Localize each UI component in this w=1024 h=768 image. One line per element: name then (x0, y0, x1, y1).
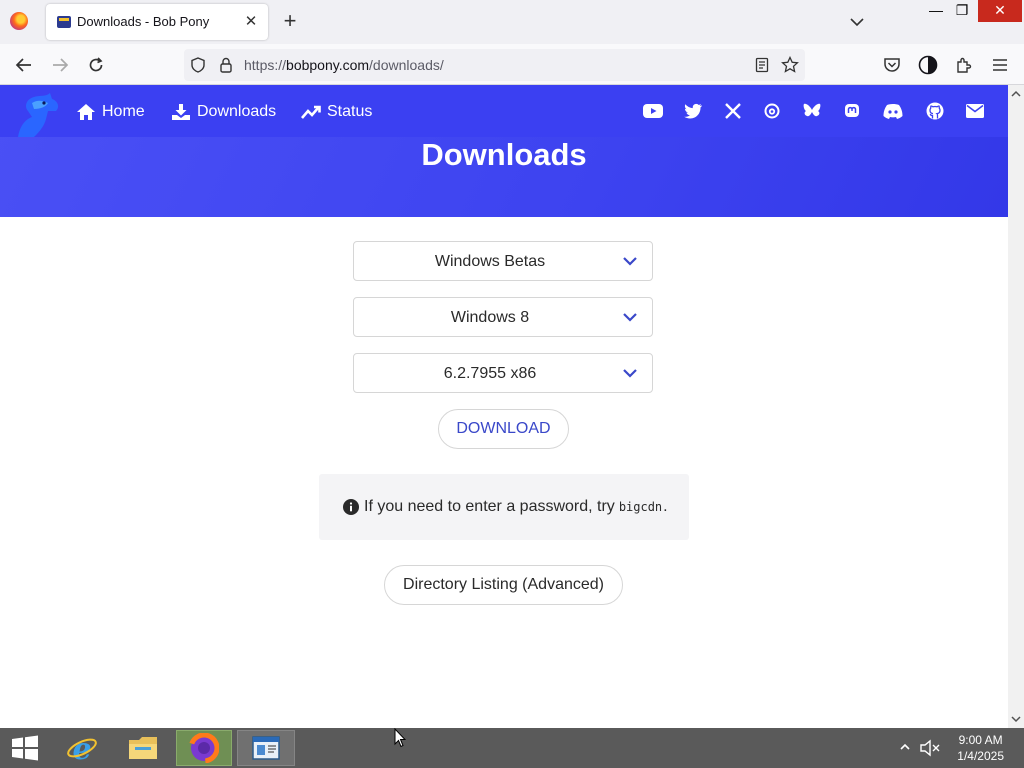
firefox-view-icon[interactable] (10, 12, 28, 30)
account-icon[interactable] (916, 53, 940, 77)
tracking-protection-shield-icon[interactable] (186, 53, 210, 77)
download-button[interactable]: DOWNLOAD (438, 409, 569, 449)
clock-time: 9:00 AM (958, 733, 1003, 747)
build-select[interactable]: 6.2.7955 x86 (353, 353, 653, 393)
pocket-icon[interactable] (880, 53, 904, 77)
mastodon-icon[interactable] (842, 101, 862, 121)
youtube-icon[interactable] (643, 101, 663, 121)
trend-icon (301, 105, 321, 119)
scroll-down-icon[interactable] (1011, 714, 1021, 724)
url-path: /downloads/ (369, 57, 444, 73)
lock-icon[interactable] (214, 53, 238, 77)
bob-pony-logo[interactable] (12, 89, 62, 139)
address-bar[interactable]: https://bobpony.com/downloads/ (184, 49, 805, 81)
site-navbar: Home Downloads Status (0, 85, 1008, 137)
nav-link-label: Status (327, 103, 373, 120)
twitter-icon[interactable] (683, 101, 703, 121)
nav-link-label: Home (102, 103, 145, 120)
notice-text: If you need to enter a password, try (364, 498, 615, 515)
chevron-down-icon (623, 369, 637, 378)
firefox-icon (189, 733, 219, 763)
home-icon (77, 104, 95, 120)
reader-view-icon[interactable] (750, 53, 774, 77)
application-window-icon (252, 736, 280, 760)
show-hidden-icons-chevron-icon[interactable] (900, 743, 910, 751)
restore-window-icon[interactable]: ❐ (946, 0, 978, 22)
reload-icon[interactable] (84, 53, 108, 77)
nav-link-downloads[interactable]: Downloads (171, 101, 276, 123)
svg-text:e: e (72, 732, 91, 764)
hamburger-menu-icon[interactable] (988, 53, 1012, 77)
list-all-tabs-icon[interactable] (846, 12, 868, 32)
browser-tab[interactable]: Downloads - Bob Pony ✕ (46, 4, 268, 40)
url-text[interactable]: https://bobpony.com/downloads/ (244, 57, 444, 73)
bluesky-icon[interactable] (802, 101, 822, 121)
x-icon[interactable] (723, 101, 743, 121)
browser-toolbar: https://bobpony.com/downloads/ (0, 44, 1024, 85)
notice-password-code: bigcdn (618, 500, 663, 514)
extensions-icon[interactable] (952, 53, 976, 77)
product-select-value: Windows 8 (450, 309, 530, 326)
windows-logo-icon (12, 735, 38, 761)
bookmark-star-icon[interactable] (778, 53, 802, 77)
vertical-scrollbar[interactable] (1008, 85, 1024, 728)
taskbar-internet-explorer[interactable]: e (58, 730, 106, 766)
start-button[interactable] (6, 730, 44, 766)
nav-link-status[interactable]: Status (301, 101, 372, 123)
browser-tab-bar: Downloads - Bob Pony ✕ + — ❐ ✕ (0, 0, 1024, 44)
internet-explorer-icon: e (67, 732, 97, 764)
volume-muted-icon[interactable] (919, 739, 941, 757)
directory-listing-button[interactable]: Directory Listing (Advanced) (384, 565, 623, 605)
hero-banner: Home Downloads Status Downloads (0, 85, 1008, 217)
nav-link-home[interactable]: Home (76, 101, 145, 123)
notice-period: . (663, 498, 668, 515)
category-select-value: Windows Betas (434, 253, 546, 270)
password-notice: If you need to enter a password, try big… (319, 474, 689, 540)
mouse-cursor-icon (394, 728, 406, 748)
close-tab-icon[interactable]: ✕ (240, 11, 262, 33)
taskbar-firefox[interactable] (176, 730, 232, 766)
category-select[interactable]: Windows Betas (353, 241, 653, 281)
folder-icon (129, 737, 157, 759)
forward-icon[interactable] (48, 53, 72, 77)
tab-title: Downloads - Bob Pony (77, 14, 210, 29)
back-icon[interactable] (12, 53, 36, 77)
clock[interactable]: 9:00 AM 1/4/2025 (957, 732, 1004, 764)
taskbar-app-window[interactable] (237, 730, 295, 766)
clock-date: 1/4/2025 (957, 749, 1004, 763)
scroll-up-icon[interactable] (1011, 89, 1021, 99)
mail-icon[interactable] (965, 101, 985, 121)
page-title: Downloads (421, 137, 587, 172)
build-select-value: 6.2.7955 x86 (443, 365, 537, 382)
url-scheme: https:// (244, 57, 287, 73)
threads-icon[interactable] (762, 101, 782, 121)
download-icon (172, 104, 190, 120)
nav-link-label: Downloads (197, 103, 277, 120)
url-host: bobpony.com (286, 57, 370, 73)
info-icon (343, 499, 359, 515)
password-notice-text: If you need to enter a password, try big… (343, 498, 668, 516)
product-select[interactable]: Windows 8 (353, 297, 653, 337)
close-window-icon[interactable]: ✕ (978, 0, 1022, 22)
new-tab-icon[interactable]: + (278, 10, 302, 34)
discord-icon[interactable] (883, 101, 903, 121)
github-icon[interactable] (925, 101, 945, 121)
taskbar-file-explorer[interactable] (118, 730, 168, 766)
chevron-down-icon (623, 257, 637, 266)
bob-pony-favicon-icon (57, 16, 71, 28)
page-content: Home Downloads Status Downloads Windows … (0, 85, 1008, 728)
windows-taskbar: e 9:00 AM 1/4/2025 (0, 728, 1024, 768)
chevron-down-icon (623, 313, 637, 322)
